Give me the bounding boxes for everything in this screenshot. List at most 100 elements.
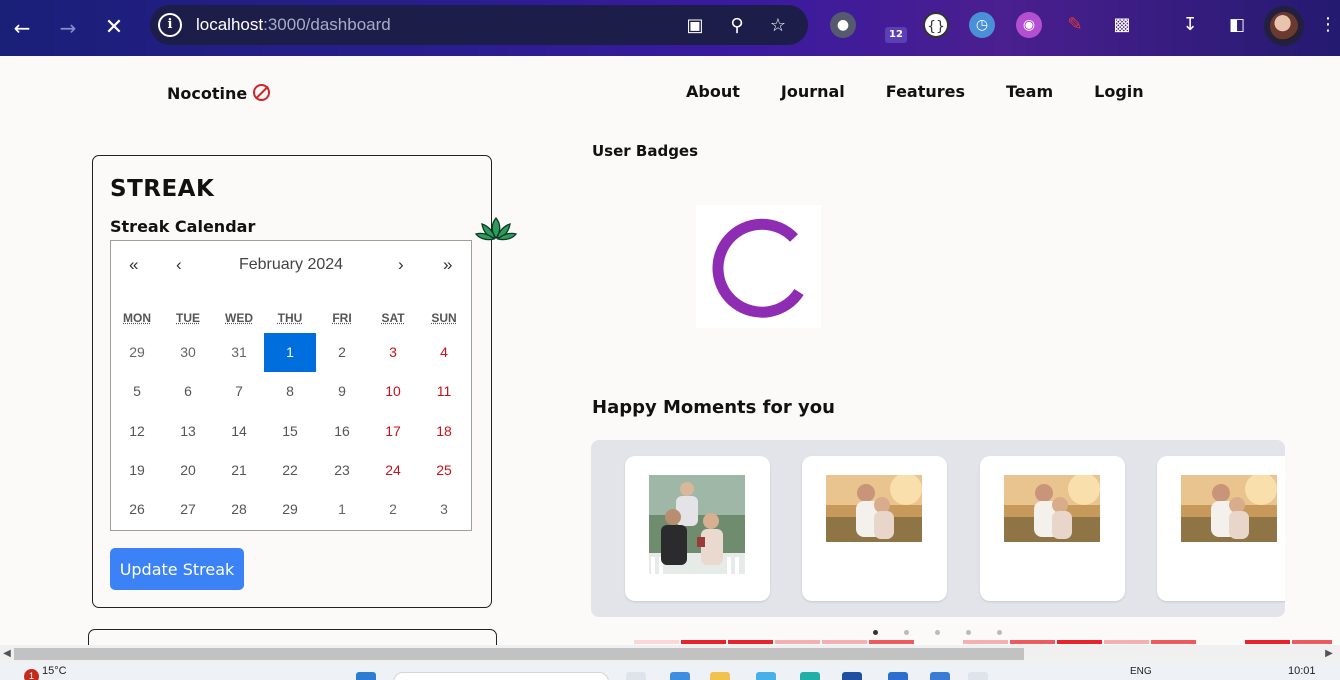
moment-card[interactable]: [980, 456, 1125, 601]
app-icon[interactable]: [842, 672, 862, 680]
task-view-icon[interactable]: [626, 672, 646, 680]
calendar-day[interactable]: 14: [213, 412, 265, 451]
download-icon[interactable]: ↧: [1177, 12, 1203, 38]
moment-card[interactable]: [1157, 456, 1285, 601]
nav-link-team[interactable]: Team: [1006, 82, 1053, 101]
chrome-icon[interactable]: [968, 672, 988, 680]
file-explorer-icon[interactable]: [710, 672, 730, 680]
url-text[interactable]: localhost:3000/dashboard: [196, 15, 391, 35]
calendar-day[interactable]: 15: [264, 412, 316, 451]
start-icon[interactable]: [356, 672, 376, 680]
calendar-day[interactable]: 1: [264, 333, 316, 372]
scroll-right-icon[interactable]: ▶: [1322, 645, 1336, 663]
scroll-left-icon[interactable]: ◀: [0, 645, 14, 663]
forward-arrow-icon[interactable]: →: [53, 13, 83, 43]
moments-carousel[interactable]: [591, 440, 1285, 617]
side-panel-icon[interactable]: ◧: [1224, 12, 1250, 38]
extension-json-icon[interactable]: {}: [923, 12, 949, 38]
nav-link-journal[interactable]: Journal: [781, 82, 845, 101]
address-bar[interactable]: i localhost:3000/dashboard ▣ ⚲ ☆: [150, 5, 808, 45]
update-streak-button[interactable]: Update Streak: [110, 548, 244, 590]
user-badges-title: User Badges: [592, 142, 698, 160]
calendar-day[interactable]: 8: [264, 372, 316, 411]
weekday-fri: FRI: [316, 311, 368, 325]
calendar-day[interactable]: 31: [213, 333, 265, 372]
back-arrow-icon[interactable]: ←: [7, 13, 37, 43]
weekday-mon: MON: [111, 311, 163, 325]
next-year-button[interactable]: »: [443, 255, 452, 275]
calendar-day[interactable]: 25: [418, 451, 470, 490]
carousel-dot[interactable]: [904, 630, 909, 635]
app-icon[interactable]: [800, 672, 820, 680]
horizontal-scrollbar[interactable]: ◀ ▶: [0, 645, 1340, 663]
calendar-day[interactable]: 16: [316, 412, 368, 451]
calendar-day[interactable]: 29: [111, 333, 163, 372]
calendar-day[interactable]: 3: [418, 490, 470, 529]
stop-loading-icon[interactable]: ✕: [99, 13, 129, 43]
calendar-day[interactable]: 29: [264, 490, 316, 529]
calendar-day[interactable]: 26: [111, 490, 163, 529]
calendar-day[interactable]: 24: [367, 451, 419, 490]
app-icon[interactable]: [670, 672, 690, 680]
next-month-button[interactable]: ›: [398, 255, 404, 275]
nav-link-login[interactable]: Login: [1094, 82, 1144, 101]
zoom-icon[interactable]: ⚲: [726, 15, 748, 37]
calendar-day[interactable]: 7: [213, 372, 265, 411]
calendar-day[interactable]: 19: [111, 451, 163, 490]
calendar-day[interactable]: 2: [367, 490, 419, 529]
calendar-day[interactable]: 9: [316, 372, 368, 411]
calendar-day[interactable]: 21: [213, 451, 265, 490]
calendar-day[interactable]: 6: [162, 372, 214, 411]
notification-badge[interactable]: 1: [24, 669, 39, 680]
carousel-dot[interactable]: [873, 630, 878, 635]
calendar-day[interactable]: 5: [111, 372, 163, 411]
bookmark-star-icon[interactable]: ☆: [767, 15, 789, 37]
browser-menu-icon[interactable]: ⋮: [1315, 12, 1340, 38]
calendar-day[interactable]: 17: [367, 412, 419, 451]
app-icon[interactable]: [888, 672, 908, 680]
calendar-day[interactable]: 22: [264, 451, 316, 490]
nav-link-about[interactable]: About: [686, 82, 740, 101]
site-info-icon[interactable]: i: [158, 13, 182, 37]
calendar-day[interactable]: 12: [111, 412, 163, 451]
profile-avatar[interactable]: [1264, 6, 1304, 46]
nav-link-features[interactable]: Features: [886, 82, 965, 101]
calendar-day[interactable]: 10: [367, 372, 419, 411]
scrollbar-thumb[interactable]: [14, 648, 1024, 660]
moment-card[interactable]: [802, 456, 947, 601]
calendar-day[interactable]: 13: [162, 412, 214, 451]
language-indicator[interactable]: ENG: [1130, 666, 1152, 677]
calendar-day[interactable]: 27: [162, 490, 214, 529]
calendar-day[interactable]: 20: [162, 451, 214, 490]
weather-widget[interactable]: 15°C: [42, 665, 67, 677]
calendar-day[interactable]: 11: [418, 372, 470, 411]
extension-marker-icon[interactable]: ✎: [1062, 12, 1088, 38]
extension-bug-icon[interactable]: ●: [830, 12, 856, 38]
calendar-day[interactable]: 23: [316, 451, 368, 490]
carousel-dot[interactable]: [997, 630, 1002, 635]
app-icon[interactable]: [756, 672, 776, 680]
calendar-day[interactable]: 30: [162, 333, 214, 372]
calendar-day[interactable]: 18: [418, 412, 470, 451]
user-badge[interactable]: [696, 205, 821, 328]
extension-timer-icon[interactable]: ◷: [969, 12, 995, 38]
lotus-icon: [474, 214, 518, 244]
calendar-day[interactable]: 1: [316, 490, 368, 529]
vscode-icon[interactable]: [930, 672, 950, 680]
calendar-month-label[interactable]: February 2024: [111, 256, 471, 274]
calendar-day[interactable]: 28: [213, 490, 265, 529]
extension-badge[interactable]: 12: [885, 27, 907, 43]
calendar-day[interactable]: 4: [418, 333, 470, 372]
taskbar-search[interactable]: [393, 672, 609, 680]
streak-card: STREAK Streak Calendar « ‹ February 2024…: [92, 155, 492, 608]
carousel-dot[interactable]: [935, 630, 940, 635]
extensions-puzzle-icon[interactable]: ▩: [1109, 12, 1135, 38]
install-app-icon[interactable]: ▣: [684, 15, 706, 37]
moment-card[interactable]: [625, 456, 770, 601]
extension-target-icon[interactable]: ◉: [1016, 12, 1042, 38]
carousel-dot[interactable]: [966, 630, 971, 635]
brand-logo[interactable]: Nocotine: [167, 82, 270, 103]
calendar-day[interactable]: 2: [316, 333, 368, 372]
calendar-day[interactable]: 3: [367, 333, 419, 372]
clock[interactable]: 10:01: [1288, 665, 1316, 677]
